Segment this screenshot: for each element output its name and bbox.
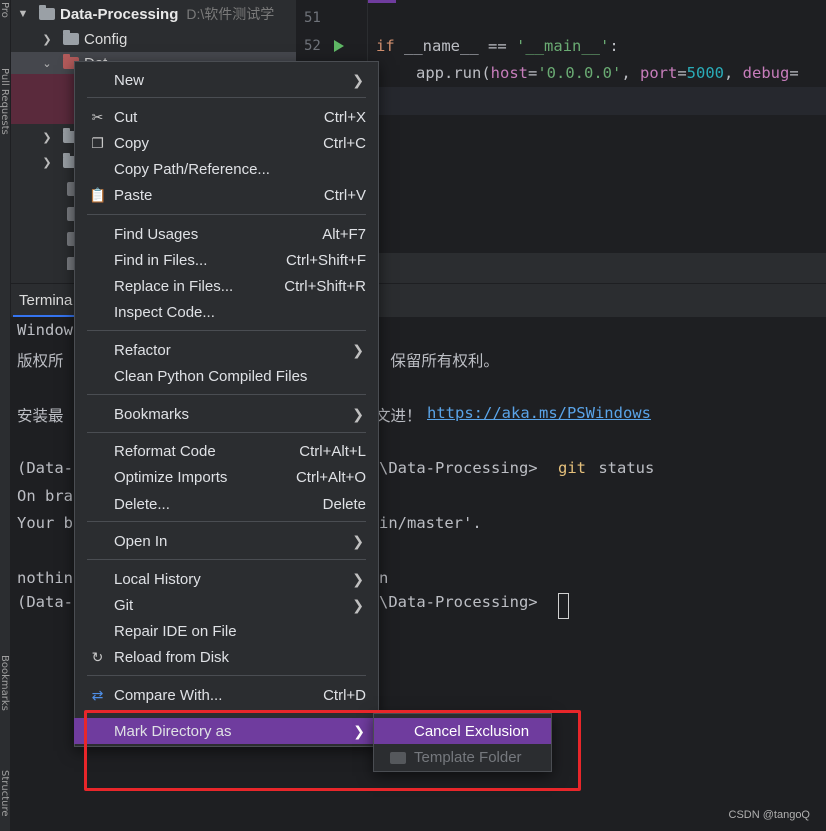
code-operator: == [488,37,507,55]
terminal-line: 安装最 文进！ https://aka.ms/PSWindows [17,404,651,425]
watermark: CSDN @tangoQ [728,809,810,821]
terminal-line: Your b in/master'. [17,514,482,532]
menu-item-copy[interactable]: ❐ Copy Ctrl+C [75,130,378,156]
menu-item-find-in-files[interactable]: Find in Files... Ctrl+Shift+F [75,247,378,273]
menu-separator [87,214,366,215]
string-literal: '__main__' [516,37,610,55]
menu-item-new[interactable]: New ❯ [75,67,378,93]
menu-separator [87,521,366,522]
menu-item-repair-ide[interactable]: Repair IDE on File [75,618,378,644]
pull-requests-tool-tab[interactable]: Pull Requests [0,68,10,135]
tree-root[interactable]: ▼ Data-Processing D:\软件测试学 [17,2,274,26]
menu-item-open-in[interactable]: Open In ❯ [75,528,378,554]
bookmarks-tool-tab[interactable]: Bookmarks [0,655,10,711]
param-name: host [490,64,528,82]
chevron-right-icon[interactable]: ❯ [41,33,53,46]
terminal-cursor [558,593,569,619]
menu-item-replace-in-files[interactable]: Replace in Files... Ctrl+Shift+R [75,273,378,299]
reload-icon: ↻ [91,648,104,665]
menu-item-optimize-imports[interactable]: Optimize Imports Ctrl+Alt+O [75,464,378,490]
tree-item-label: Config [84,30,128,48]
chevron-right-icon[interactable]: ❯ [41,156,53,169]
copy-icon: ❐ [91,134,104,151]
highlight-annotation [84,710,581,791]
tab-terminal[interactable]: Termina [19,292,72,309]
menu-item-reload-from-disk[interactable]: ↻ Reload from Disk [75,644,378,670]
menu-item-delete[interactable]: Delete... Delete [75,491,378,517]
terminal-command: git [558,459,586,477]
chevron-right-icon: ❯ [352,405,364,422]
structure-tool-tab[interactable]: Structure [0,770,10,817]
menu-item-clean-python[interactable]: Clean Python Compiled Files [75,363,378,389]
menu-separator [87,559,366,560]
code-text: = [789,64,799,82]
menu-separator [87,675,366,676]
param-name: debug [742,64,790,82]
chevron-right-icon[interactable]: ❯ [41,131,53,144]
chevron-right-icon: ❯ [352,341,364,358]
chevron-right-icon: ❯ [352,71,364,88]
project-tool-tab[interactable]: Pro [0,2,10,18]
menu-item-refactor[interactable]: Refactor ❯ [75,337,378,363]
context-menu: New ❯ ✂ Cut Ctrl+X ❐ Copy Ctrl+C Copy Path/Re… [74,61,379,747]
menu-item-local-history[interactable]: Local History ❯ [75,566,378,592]
menu-item-git[interactable]: Git ❯ [75,592,378,618]
menu-item-paste[interactable]: 📋 Paste Ctrl+V [75,182,378,208]
menu-item-compare-with[interactable]: ⇄ Compare With... Ctrl+D [75,682,378,708]
terminal-line: (Data- \Data-Processing> [17,593,569,619]
chevron-down-icon[interactable]: ⌄ [41,57,53,70]
menu-separator [87,330,366,331]
caret-line [369,87,826,115]
line-number: 51 [304,10,321,26]
menu-separator [87,97,366,98]
terminal-line: nothin n [17,569,389,587]
run-icon[interactable] [334,40,344,52]
paste-icon: 📋 [89,186,107,203]
code-text: __name__ [404,37,479,55]
menu-item-cut[interactable]: ✂ Cut Ctrl+X [75,104,378,130]
scissors-icon: ✂ [91,108,104,125]
folder-icon [39,5,55,20]
chevron-right-icon: ❯ [352,570,364,587]
code-line-53: app.run(host='0.0.0.0', port=5000, debug… [416,64,799,82]
code-line-52: if __name__ == '__main__': [376,37,619,55]
chevron-down-icon[interactable]: ▼ [17,8,29,20]
terminal-line: 版权所 保留所有权利。 [17,352,499,370]
chevron-right-icon: ❯ [352,532,364,549]
menu-item-reformat-code[interactable]: Reformat Code Ctrl+Alt+L [75,438,378,464]
folder-icon [63,30,79,45]
menu-item-inspect-code[interactable]: Inspect Code... [75,299,378,325]
line-number: 52 [304,38,321,54]
terminal-line: Window [17,321,73,339]
number-literal: 5000 [686,64,724,82]
tree-item-config[interactable]: ❯ Config [41,27,127,51]
keyword: if [376,37,395,55]
compare-icon: ⇄ [91,686,104,703]
menu-item-copy-path[interactable]: Copy Path/Reference... [75,156,378,182]
string-literal: '0.0.0.0' [537,64,622,82]
root-folder-path: D:\软件测试学 [186,6,275,22]
menu-separator [87,394,366,395]
code-text: app.run( [416,64,491,82]
terminal-line: On bra [17,487,73,505]
param-name: port [640,64,678,82]
menu-separator [87,432,366,433]
menu-item-find-usages[interactable]: Find Usages Alt+F7 [75,221,378,247]
root-folder-name: Data-Processing [60,5,179,23]
menu-item-bookmarks[interactable]: Bookmarks ❯ [75,401,378,427]
terminal-link[interactable]: https://aka.ms/PSWindows [427,404,651,422]
code-colon: : [609,37,619,55]
terminal-line: (Data- \Data-Processing> git status [17,459,655,477]
left-tool-strip: Pro Pull Requests Bookmarks Structure [0,0,11,831]
chevron-right-icon: ❯ [352,596,364,613]
